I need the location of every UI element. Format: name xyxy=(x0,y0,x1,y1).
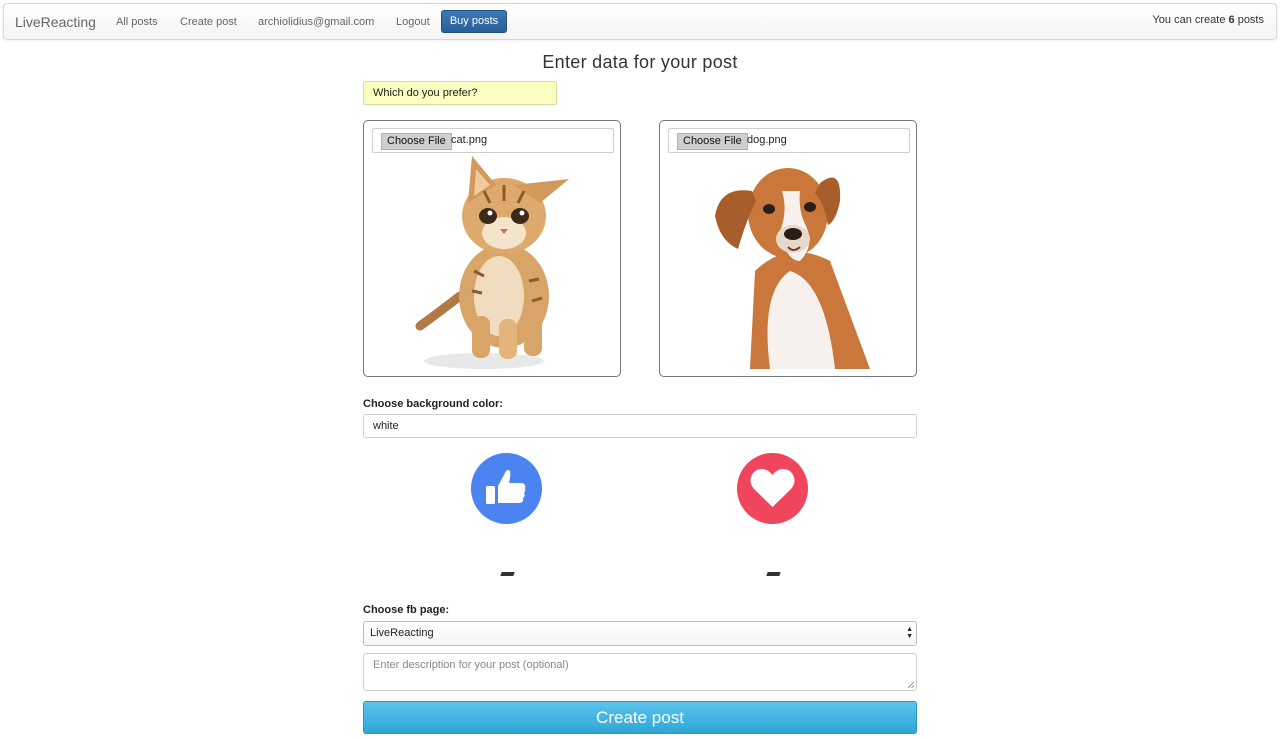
create-post-button[interactable]: Create post xyxy=(363,701,917,734)
description-textarea[interactable]: Enter description for your post (optiona… xyxy=(363,653,917,691)
like-count xyxy=(500,572,515,576)
option-card-1: Choose File cat.png xyxy=(363,120,621,377)
love-count xyxy=(766,572,781,576)
option-card-2: Choose File dog.png xyxy=(659,120,917,377)
love-reaction xyxy=(737,453,808,524)
nav-all-posts[interactable]: All posts xyxy=(116,16,158,28)
nav-create-post[interactable]: Create post xyxy=(180,16,237,28)
navbar: LiveReacting All posts Create post archi… xyxy=(3,3,1277,40)
select-arrows-icon: ▲ ▼ xyxy=(906,626,913,640)
cat-image xyxy=(415,156,569,369)
buy-posts-button[interactable]: Buy posts xyxy=(441,10,507,33)
bg-color-label: Choose background color: xyxy=(363,398,503,410)
nav-account-email[interactable]: archiolidius@gmail.com xyxy=(258,16,374,28)
fb-page-label: Choose fb page: xyxy=(363,604,450,616)
question-input[interactable]: Which do you prefer? xyxy=(363,81,557,105)
page-title: Enter data for your post xyxy=(542,52,738,72)
bg-color-input[interactable]: white xyxy=(363,414,917,438)
brand-link[interactable]: LiveReacting xyxy=(15,14,96,30)
fb-page-selected: LiveReacting xyxy=(370,627,434,639)
like-reaction xyxy=(471,453,542,524)
posts-quota: You can create 6 posts xyxy=(1152,14,1264,26)
quota-suffix: posts xyxy=(1234,14,1264,26)
quota-prefix: You can create xyxy=(1152,14,1229,26)
nav-logout[interactable]: Logout xyxy=(396,16,430,28)
dog-image xyxy=(715,168,870,369)
like-icon xyxy=(486,469,526,504)
resize-grip-icon[interactable] xyxy=(908,682,914,688)
fb-page-select[interactable]: LiveReacting ▲ ▼ xyxy=(363,621,917,646)
heart-icon xyxy=(750,469,795,507)
description-placeholder: Enter description for your post (optiona… xyxy=(373,659,569,671)
